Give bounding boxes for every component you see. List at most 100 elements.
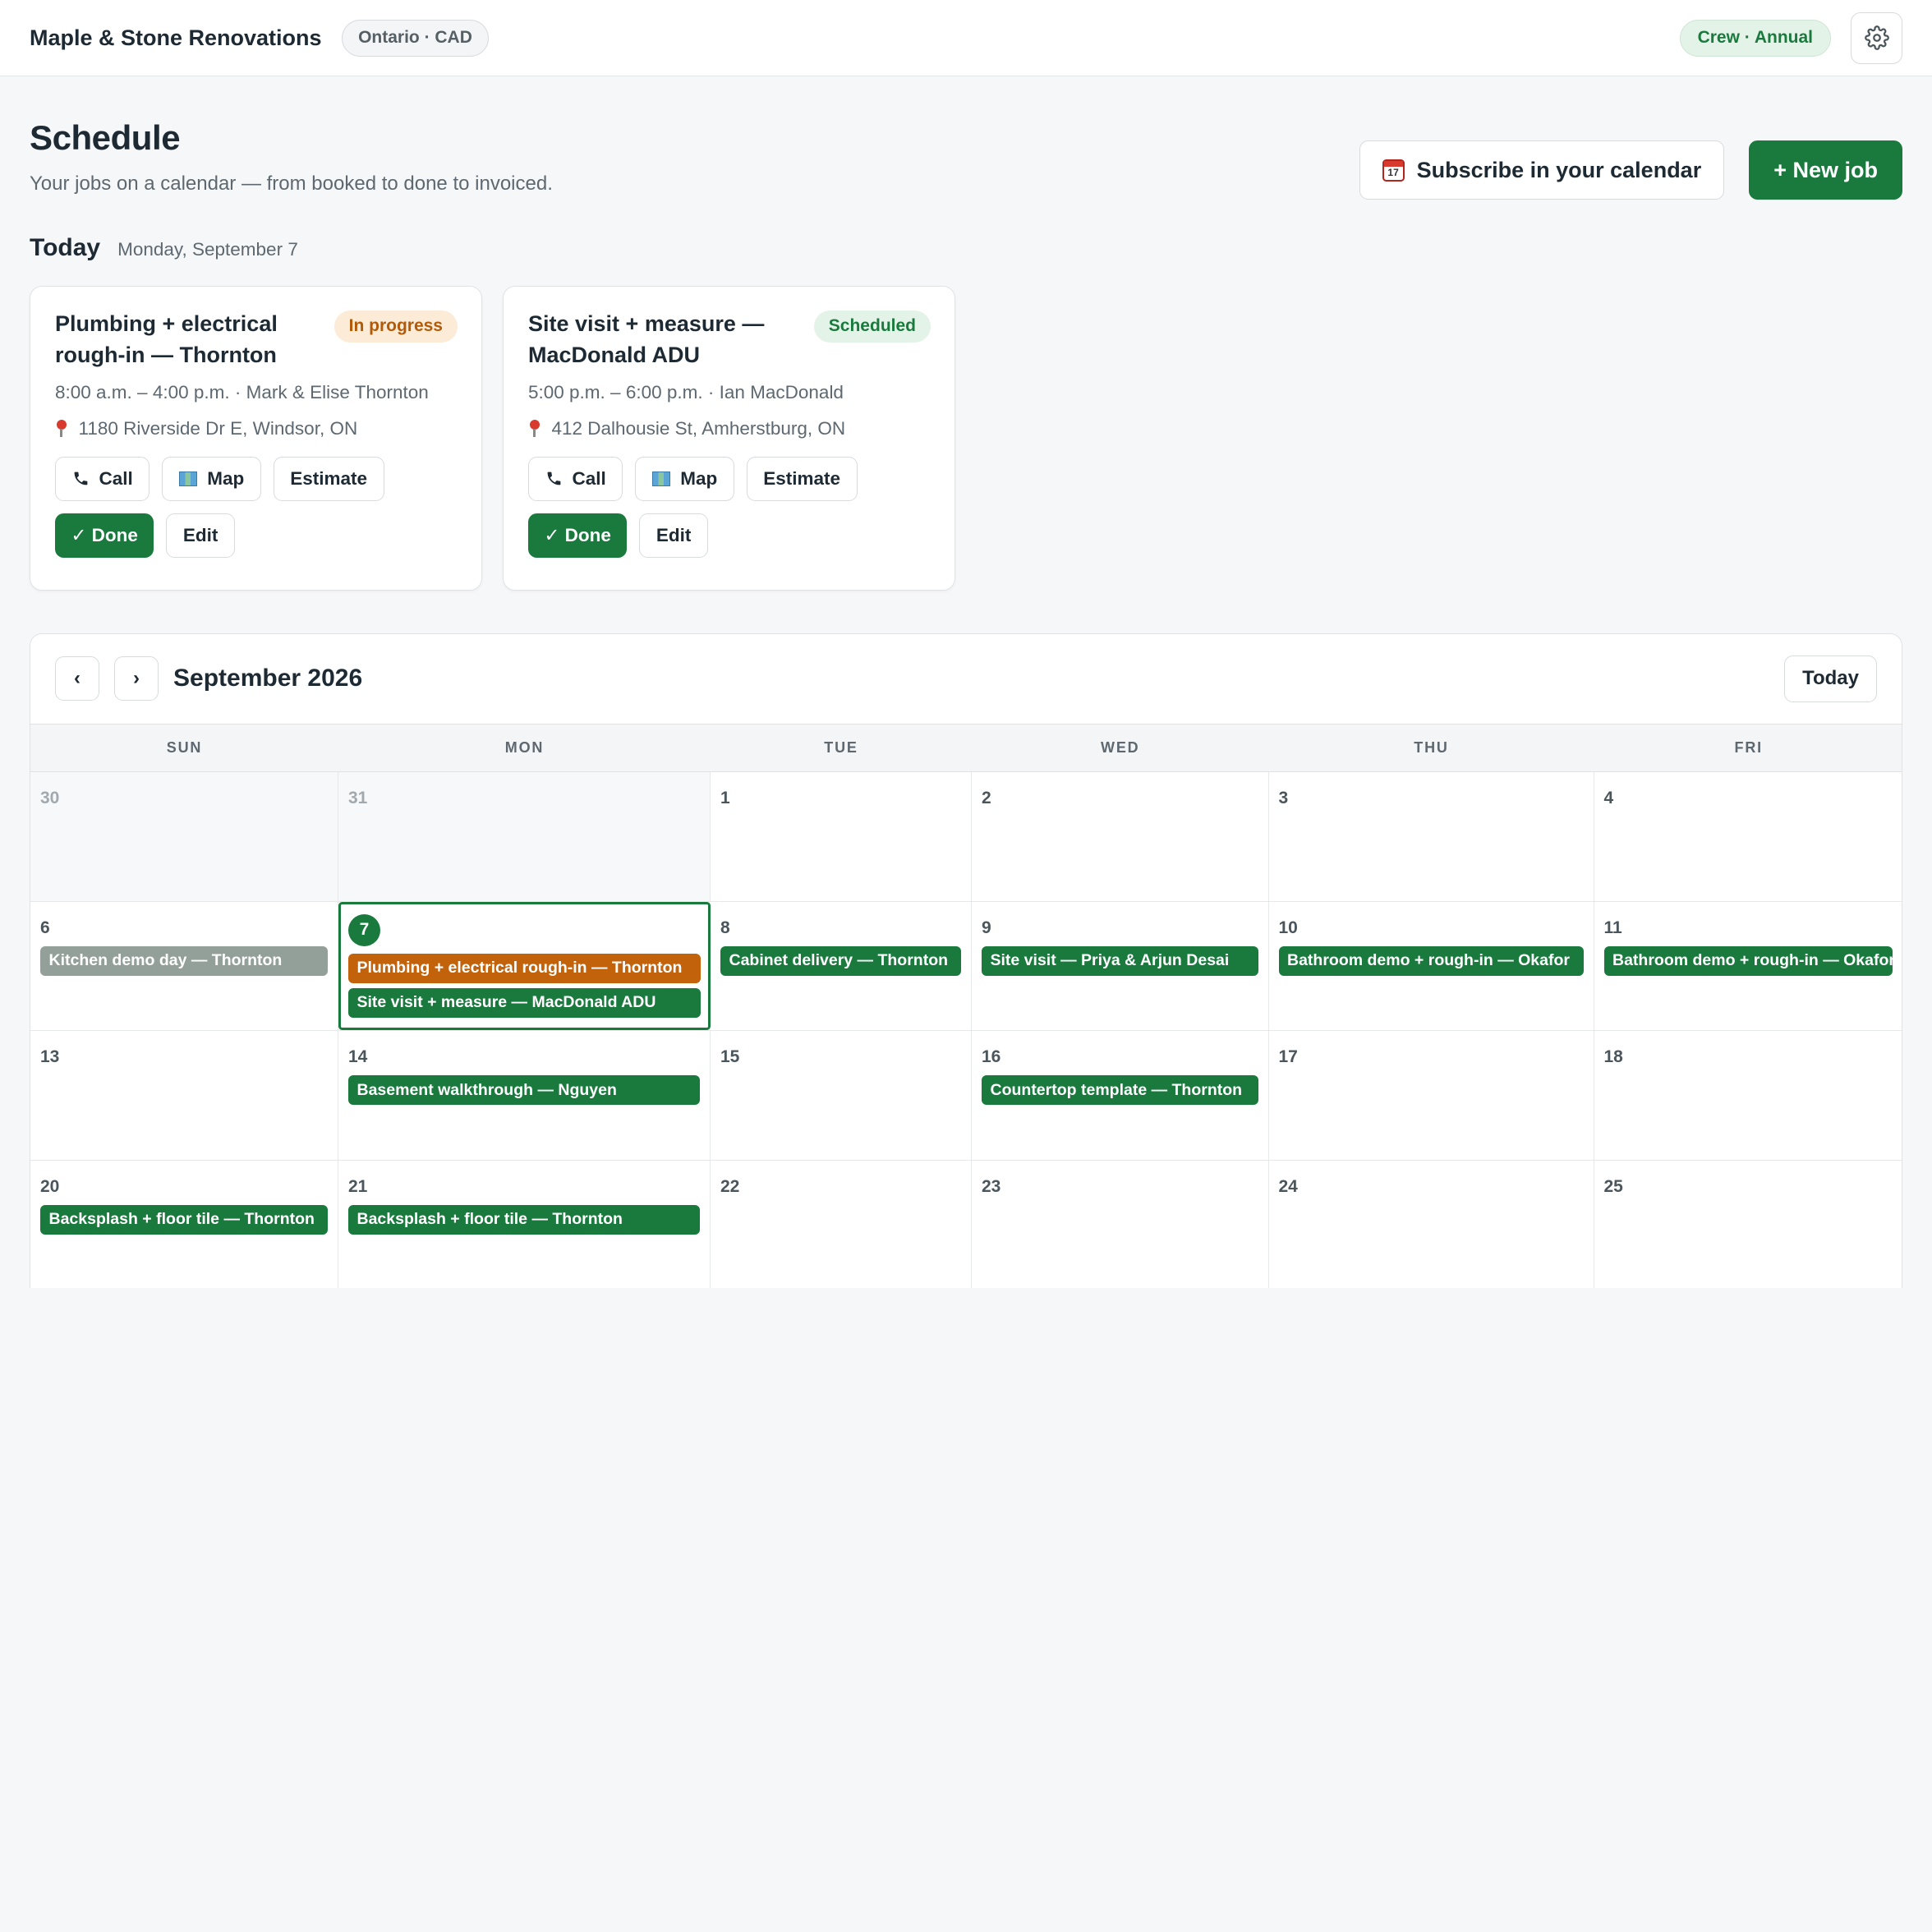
day-number: 31	[348, 789, 368, 807]
schedule-page: Maple & Stone Renovations Ontario · CAD …	[0, 0, 1932, 1288]
calendar-event[interactable]: Plumbing + electrical rough-in — Thornto…	[348, 953, 701, 983]
estimate-label: Estimate	[763, 467, 841, 489]
job-title[interactable]: Site visit + measure — MacDonald ADU	[528, 309, 787, 370]
calendar-event[interactable]: Bathroom demo + rough-in — Okafor	[1603, 945, 1893, 976]
calendar-day[interactable]: 8 Cabinet delivery — Thornton	[711, 901, 972, 1030]
job-title[interactable]: Plumbing + electrical rough-in — Thornto…	[55, 309, 314, 370]
done-button[interactable]: ✓ Done	[55, 513, 154, 558]
day-number: 23	[982, 1176, 1001, 1196]
calendar-event[interactable]: Site visit — Priya & Arjun Desai	[982, 945, 1258, 976]
calendar-day-today[interactable]: 7 Plumbing + electrical rough-in — Thornt…	[338, 901, 711, 1030]
job-actions: Call Map Estimate	[55, 456, 457, 501]
call-button[interactable]: Call	[55, 456, 150, 501]
calendar-week-row: 20 Backsplash + floor tile — Thornton 21 Ba…	[30, 1160, 1902, 1288]
job-address: 412 Dalhousie St, Amherstburg, ON	[528, 418, 930, 439]
day-number: 24	[1278, 1176, 1298, 1196]
calendar-event[interactable]: Backsplash + floor tile — Thornton	[40, 1204, 328, 1235]
new-job-button[interactable]: + New job	[1749, 140, 1902, 200]
calendar-event[interactable]: Cabinet delivery — Thornton	[720, 945, 961, 976]
settings-button[interactable]	[1851, 12, 1902, 64]
calendar-day[interactable]: 11 Bathroom demo + rough-in — Okafor	[1594, 901, 1902, 1030]
day-number: 21	[348, 1176, 368, 1196]
calendar-week-row: 30 31 1 2 3 4	[30, 772, 1902, 902]
calendar-day[interactable]: 31	[338, 772, 711, 901]
today-date: Monday, September 7	[117, 239, 298, 260]
status-badge: In progress	[334, 310, 458, 343]
calendar-event[interactable]: Countertop template — Thornton	[982, 1075, 1258, 1105]
calendar-day[interactable]: 14 Basement walkthrough — Nguyen	[338, 1031, 711, 1160]
day-number: 22	[720, 1176, 740, 1196]
subscribe-calendar-button[interactable]: Subscribe in your calendar	[1359, 140, 1725, 200]
day-number: 25	[1603, 1176, 1623, 1196]
region-chip[interactable]: Ontario · CAD	[341, 19, 490, 57]
edit-button[interactable]: Edit	[639, 513, 708, 558]
today-job-card: Plumbing + electrical rough-in — Thornto…	[30, 286, 482, 591]
weekday-label: WED	[1101, 738, 1140, 756]
calendar-event[interactable]: Bathroom demo + rough-in — Okafor	[1278, 945, 1584, 976]
day-number: 11	[1603, 918, 1622, 937]
today-button[interactable]: Today	[1784, 655, 1877, 702]
job-time-client: 8:00 a.m. – 4:00 p.m. · Mark & Elise Tho…	[55, 381, 429, 402]
calendar-day[interactable]: 30	[30, 772, 338, 901]
calendar-day[interactable]: 24	[1268, 1160, 1594, 1288]
done-button[interactable]: ✓ Done	[528, 513, 628, 558]
calendar-event[interactable]: Kitchen demo day — Thornton	[40, 945, 328, 976]
estimate-button[interactable]: Estimate	[746, 456, 858, 501]
calendar-day[interactable]: 4	[1594, 772, 1902, 901]
calendar-header: ‹ › September 2026 Today	[30, 634, 1902, 724]
day-number: 15	[720, 1047, 740, 1066]
call-label: Call	[99, 467, 133, 489]
map-button[interactable]: Map	[162, 456, 261, 501]
calendar-day[interactable]: 23	[972, 1160, 1269, 1288]
calendar-day[interactable]: 16 Countertop template — Thornton	[972, 1031, 1269, 1160]
calendar-grid: 30 31 1 2 3 4 6 Kitchen demo day — Thornton 7 Plu…	[30, 772, 1902, 1288]
calendar-day[interactable]: 15	[711, 1031, 972, 1160]
page-subtitle: Your jobs on a calendar — from booked to…	[30, 172, 553, 195]
day-number: 17	[1278, 1047, 1298, 1066]
calendar-event[interactable]: Backsplash + floor tile — Thornton	[348, 1204, 700, 1235]
calendar-day[interactable]: 21 Backsplash + floor tile — Thornton	[338, 1160, 711, 1288]
plan-badge[interactable]: Crew · Annual	[1679, 19, 1831, 57]
calendar-day[interactable]: 17	[1268, 1031, 1594, 1160]
calendar-day[interactable]: 22	[711, 1160, 972, 1288]
edit-button[interactable]: Edit	[166, 513, 235, 558]
today-job-card: Site visit + measure — MacDonald ADU Sch…	[503, 286, 955, 591]
calendar-day[interactable]: 2	[972, 772, 1269, 901]
map-pin-icon	[55, 420, 67, 437]
map-button[interactable]: Map	[635, 456, 734, 501]
calendar-event[interactable]: Site visit + measure — MacDonald ADU	[348, 987, 701, 1018]
gear-icon	[1864, 25, 1889, 50]
weekday-label: FRI	[1734, 738, 1763, 756]
next-month-button[interactable]: ›	[114, 656, 159, 702]
day-number: 9	[982, 918, 991, 937]
day-number: 13	[40, 1047, 60, 1066]
estimate-label: Estimate	[290, 467, 368, 489]
call-label: Call	[572, 467, 606, 489]
calendar-day[interactable]: 25	[1594, 1160, 1902, 1288]
calendar-day[interactable]: 10 Bathroom demo + rough-in — Okafor	[1268, 901, 1594, 1030]
calendar-event[interactable]: Basement walkthrough — Nguyen	[348, 1075, 700, 1105]
status-badge: Scheduled	[813, 310, 931, 343]
job-address: 1180 Riverside Dr E, Windsor, ON	[55, 418, 457, 439]
calendar-day[interactable]: 13	[30, 1031, 338, 1160]
call-button[interactable]: Call	[528, 456, 623, 501]
map-icon	[178, 471, 198, 486]
calendar-day[interactable]: 18	[1594, 1031, 1902, 1160]
calendar-day[interactable]: 3	[1268, 772, 1594, 901]
estimate-button[interactable]: Estimate	[273, 456, 384, 501]
subscribe-calendar-label: Subscribe in your calendar	[1416, 157, 1702, 182]
chevron-left-icon: ‹	[74, 667, 80, 690]
day-number: 4	[1603, 789, 1614, 807]
job-address-text: 1180 Riverside Dr E, Windsor, ON	[78, 417, 358, 439]
day-number: 8	[720, 918, 730, 937]
calendar-day[interactable]: 1	[711, 772, 972, 901]
new-job-label: + New job	[1773, 157, 1878, 182]
job-actions: Call Map Estimate	[528, 456, 930, 501]
prev-month-button[interactable]: ‹	[55, 656, 99, 702]
calendar-day[interactable]: 9 Site visit — Priya & Arjun Desai	[972, 901, 1269, 1030]
edit-label: Edit	[182, 524, 218, 545]
calendar-day[interactable]: 6 Kitchen demo day — Thornton	[30, 901, 338, 1030]
month-title: September 2026	[173, 665, 363, 692]
calendar-day[interactable]: 20 Backsplash + floor tile — Thornton	[30, 1160, 338, 1288]
top-bar: Maple & Stone Renovations Ontario · CAD …	[0, 0, 1932, 76]
